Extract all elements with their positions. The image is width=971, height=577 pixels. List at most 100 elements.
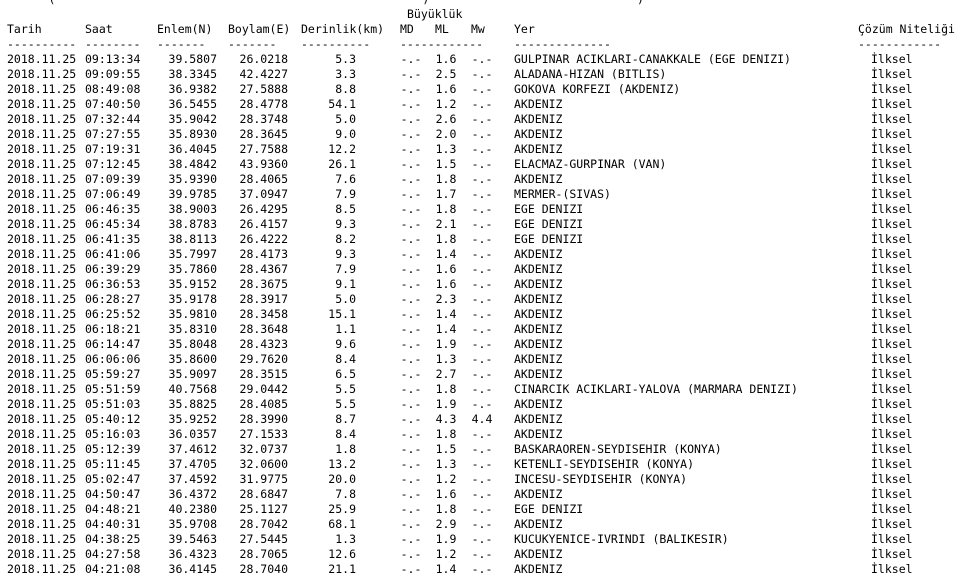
quake-depth: 12.2 [328,142,356,156]
quake-longitude: 28.7040 [239,562,288,576]
quake-latitude: 35.7997 [168,247,217,261]
quake-solution: İlksel [871,202,913,216]
dash-location: -------------- [514,37,611,51]
quake-latitude: 38.8783 [168,217,217,231]
quake-ml: 4.3 [435,412,457,426]
quake-location: AKDENIZ [514,277,563,291]
quake-location: AKDENIZ [514,352,563,366]
quake-latitude: 36.5455 [168,97,217,111]
quake-time: 04:21:08 [85,562,141,576]
quake-depth: 9.3 [335,247,356,261]
quake-location: ALADANA-HIZAN (BITLIS) [514,67,667,81]
quake-date: 2018.11.25 [7,112,77,126]
quake-ml: 1.9 [435,337,457,351]
quake-mw: -.- [471,382,493,396]
quake-date: 2018.11.25 [7,352,77,366]
quake-row: 2018.11.25 06:39:29 35.7860 28.4367 7.9 -.- 1.… [7,262,967,277]
quake-latitude: 35.9252 [168,412,217,426]
quake-depth: 20.0 [328,472,356,486]
quake-md: -.- [400,427,422,441]
quake-row: 2018.11.25 04:50:47 36.4372 28.6847 7.8 -.- 1.… [7,487,967,502]
header-latitude: Enlem(N) [157,22,213,36]
header-solution: Çözüm Niteliği [858,22,955,36]
quake-md: -.- [400,277,422,291]
quake-md: -.- [400,442,422,456]
quake-md: -.- [400,502,422,516]
quake-latitude: 36.0357 [168,427,217,441]
quake-time: 07:12:45 [85,157,141,171]
quake-time: 06:06:06 [85,352,141,366]
quake-time: 06:46:35 [85,202,141,216]
quake-solution: İlksel [871,502,913,516]
quake-mw: -.- [471,337,493,351]
quake-latitude: 38.4842 [168,157,217,171]
magnitude-group-header: Büyüklük [407,7,463,21]
quake-row: 2018.11.25 06:41:35 38.8113 26.4222 8.2 -.- 1.… [7,232,967,247]
quake-ml: 1.8 [435,382,457,396]
quake-md: -.- [400,562,422,576]
quake-location: AKDENIZ [514,292,563,306]
quake-date: 2018.11.25 [7,382,77,396]
quake-location: AKDENIZ [514,307,563,321]
quake-row: 2018.11.25 06:46:35 38.9003 26.4295 8.5 -.- 1.… [7,202,967,217]
quake-ml: 1.3 [435,142,457,156]
quake-ml: 2.9 [435,517,457,531]
quake-solution: İlksel [871,562,913,576]
quake-time: 05:02:47 [85,472,141,486]
quake-solution: İlksel [871,427,913,441]
header-location: Yer [514,22,535,36]
quake-latitude: 35.8048 [168,337,217,351]
quake-solution: İlksel [871,142,913,156]
quake-ml: 1.6 [435,277,457,291]
quake-md: -.- [400,172,422,186]
quake-ml: 2.1 [435,217,457,231]
quake-depth: 54.1 [328,97,356,111]
dash-magnitude: ------------ [400,37,484,51]
quake-date: 2018.11.25 [7,202,77,216]
quake-mw: -.- [471,172,493,186]
quake-mw: -.- [471,292,493,306]
quake-date: 2018.11.25 [7,307,77,321]
quake-longitude: 28.3458 [239,307,288,321]
quake-longitude: 28.4367 [239,262,288,276]
quake-location: GULPINAR ACIKLARI-CANAKKALE (EGE DENIZI) [514,52,791,66]
quake-date: 2018.11.25 [7,292,77,306]
quake-ml: 2.0 [435,127,457,141]
quake-mw: -.- [471,217,493,231]
quake-row: 2018.11.25 05:12:39 37.4612 32.0737 1.8 -.- 1.… [7,442,967,457]
quake-time: 06:14:47 [85,337,141,351]
quake-mw: -.- [471,127,493,141]
quake-solution: İlksel [871,52,913,66]
quake-depth: 7.9 [335,187,356,201]
quake-time: 09:09:55 [85,67,141,81]
quake-row: 2018.11.25 04:48:21 40.2380 25.1127 25.9 -.- 1… [7,502,967,517]
quake-ml: 1.8 [435,427,457,441]
quake-ml: 1.9 [435,532,457,546]
quake-ml: 2.6 [435,112,457,126]
dash-date: ---------- [7,37,77,51]
quake-solution: İlksel [871,262,913,276]
quake-time: 05:40:12 [85,412,141,426]
quake-latitude: 38.8113 [168,232,217,246]
quake-time: 04:38:25 [85,532,141,546]
quake-depth: 6.5 [335,367,356,381]
quake-latitude: 35.8825 [168,397,217,411]
dash-solution: ------------ [858,37,942,51]
quake-md: -.- [400,127,422,141]
quake-ml: 1.3 [435,352,457,366]
quake-ml: 2.5 [435,67,457,81]
dash-line: ---------- -------- ------- ------- ----… [7,37,967,52]
quake-time: 08:49:08 [85,82,141,96]
quake-date: 2018.11.25 [7,517,77,531]
quake-longitude: 43.9360 [239,157,288,171]
quake-row: 2018.11.25 07:09:39 35.9390 28.4065 7.6 -.- 1.… [7,172,967,187]
quake-longitude: 28.4085 [239,397,288,411]
quake-md: -.- [400,352,422,366]
quake-mw: -.- [471,472,493,486]
quake-mw: -.- [471,112,493,126]
quake-ml: 1.9 [435,397,457,411]
quake-solution: İlksel [871,187,913,201]
quake-md: -.- [400,187,422,201]
quake-ml: 1.7 [435,187,457,201]
quake-longitude: 26.0218 [239,52,288,66]
